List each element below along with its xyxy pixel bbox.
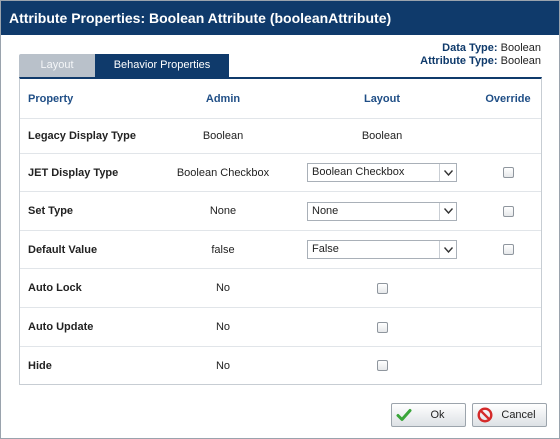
- table-row: JET Display Type Boolean Checkbox Boolea…: [20, 154, 541, 192]
- ok-button[interactable]: Ok: [391, 403, 466, 427]
- default-value-select[interactable]: False: [307, 240, 457, 259]
- layout-cell: [278, 308, 486, 346]
- col-header-layout: Layout: [363, 92, 401, 105]
- jet-display-type-select[interactable]: Boolean Checkbox: [307, 163, 457, 182]
- data-type-label: Data Type:: [442, 42, 498, 54]
- set-type-select[interactable]: None: [307, 201, 457, 221]
- property-label: Set Type: [28, 205, 74, 217]
- col-header-admin: Admin: [205, 92, 241, 105]
- checkmark-icon: [396, 409, 412, 421]
- hide-checkbox[interactable]: [376, 360, 388, 371]
- layout-value: Boolean: [361, 130, 403, 142]
- layout-cell: None: [278, 192, 486, 230]
- layout-cell: Boolean Checkbox: [278, 154, 486, 191]
- behavior-properties-table: Property Admin Layout Override Legacy Di…: [19, 77, 542, 385]
- auto-update-checkbox[interactable]: [376, 321, 388, 333]
- data-type-value: Boolean: [500, 42, 541, 54]
- jet-display-type-override-checkbox[interactable]: [502, 167, 514, 178]
- table-row: Legacy Display Type Boolean Boolean: [20, 119, 541, 154]
- override-cell: [488, 154, 528, 191]
- table-row: Default Value false False: [20, 231, 541, 269]
- cancel-button-label: Cancel: [501, 409, 536, 421]
- property-label: Hide: [28, 359, 52, 372]
- admin-value: None: [209, 205, 237, 217]
- override-cell: [488, 192, 528, 230]
- property-label: Auto Update: [28, 321, 94, 333]
- admin-value: Boolean Checkbox: [176, 166, 270, 179]
- admin-value: No: [215, 359, 231, 372]
- dialog-title: Attribute Properties: Boolean Attribute …: [1, 1, 559, 35]
- select-value: Boolean Checkbox: [312, 166, 405, 178]
- property-label: Default Value: [28, 243, 98, 256]
- layout-cell: [278, 269, 486, 307]
- layout-cell: [278, 347, 486, 384]
- attribute-type-line: Attribute Type: Boolean: [420, 55, 541, 68]
- auto-lock-checkbox[interactable]: [376, 282, 388, 294]
- chevron-down-icon: [439, 202, 456, 220]
- select-value: None: [312, 204, 339, 217]
- col-header-property: Property: [28, 92, 74, 105]
- table-row: Auto Update No: [20, 308, 541, 347]
- admin-value: false: [211, 243, 235, 256]
- cancel-button[interactable]: Cancel: [472, 403, 547, 427]
- table-row: Hide No: [20, 347, 541, 384]
- ok-button-label: Ok: [430, 409, 445, 421]
- property-label: JET Display Type: [28, 166, 119, 179]
- admin-value: No: [215, 321, 231, 333]
- type-info: Data Type: Boolean Attribute Type: Boole…: [420, 42, 541, 68]
- property-label: Auto Lock: [28, 282, 82, 294]
- override-cell: [488, 231, 528, 268]
- data-type-line: Data Type: Boolean: [420, 42, 541, 55]
- attribute-type-label: Attribute Type:: [420, 55, 498, 67]
- layout-cell: False: [278, 231, 486, 268]
- admin-value: Boolean: [202, 130, 244, 142]
- no-entry-icon: [477, 407, 493, 423]
- set-type-override-checkbox[interactable]: [502, 205, 514, 217]
- default-value-override-checkbox[interactable]: [502, 244, 514, 255]
- table-row: Auto Lock No: [20, 269, 541, 308]
- table-row: Set Type None None: [20, 192, 541, 231]
- chevron-down-icon: [439, 241, 456, 258]
- table-header: Property Admin Layout Override: [20, 79, 541, 119]
- admin-value: No: [215, 282, 231, 294]
- tab-layout[interactable]: Layout: [19, 54, 95, 77]
- attribute-type-value: Boolean: [500, 55, 541, 67]
- tab-behavior-properties[interactable]: Behavior Properties: [95, 54, 229, 77]
- select-value: False: [312, 243, 339, 255]
- attribute-properties-dialog: Attribute Properties: Boolean Attribute …: [0, 0, 560, 439]
- col-header-override: Override: [485, 92, 531, 105]
- property-label: Legacy Display Type: [28, 130, 137, 142]
- chevron-down-icon: [439, 164, 456, 181]
